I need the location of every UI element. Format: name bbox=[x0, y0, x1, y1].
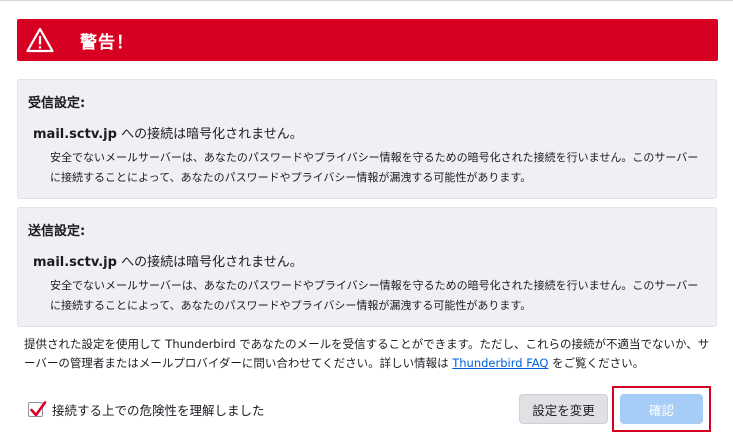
risk-acknowledge-checkbox[interactable] bbox=[28, 400, 47, 417]
outgoing-description: 安全でないメールサーバーは、あなたのパスワードやプライバシー情報を守るための暗号… bbox=[50, 279, 699, 312]
warning-banner: 警告！ bbox=[17, 19, 718, 61]
risk-acknowledge-row[interactable]: 接続する上での危険性を理解しました bbox=[28, 399, 265, 419]
incoming-host-suffix: への接続は暗号化されません。 bbox=[116, 127, 303, 142]
info-text: 提供された設定を使用して Thunderbird であなたのメールを受信すること… bbox=[24, 335, 714, 373]
incoming-description: 安全でないメールサーバーは、あなたのパスワードやプライバシー情報を守るための暗号… bbox=[50, 151, 699, 184]
incoming-host: mail.sctv.jp bbox=[33, 127, 117, 142]
outgoing-heading: 送信設定: bbox=[28, 224, 86, 239]
outgoing-host-line: mail.sctv.jp への接続は暗号化されません。 bbox=[33, 251, 303, 270]
incoming-host-line: mail.sctv.jp への接続は暗号化されません。 bbox=[33, 123, 303, 142]
outgoing-host: mail.sctv.jp bbox=[33, 255, 117, 270]
info-text-after: をご覧ください。 bbox=[548, 356, 645, 370]
change-settings-button[interactable]: 設定を変更 bbox=[519, 394, 608, 424]
outgoing-settings-section: 送信設定: mail.sctv.jp への接続は暗号化されません。 安全でないメ… bbox=[17, 207, 717, 327]
warning-triangle-icon bbox=[26, 27, 54, 53]
incoming-heading: 受信設定: bbox=[28, 96, 86, 111]
checkmark-icon bbox=[30, 400, 47, 416]
outgoing-host-suffix: への接続は暗号化されません。 bbox=[116, 255, 303, 270]
confirm-button[interactable]: 確認 bbox=[620, 394, 703, 424]
insecure-connection-dialog: 警告！ 受信設定: mail.sctv.jp への接続は暗号化されません。 安全… bbox=[0, 0, 733, 444]
thunderbird-faq-link[interactable]: Thunderbird FAQ bbox=[452, 356, 548, 370]
warning-title: 警告！ bbox=[80, 32, 134, 53]
incoming-settings-section: 受信設定: mail.sctv.jp への接続は暗号化されません。 安全でないメ… bbox=[17, 79, 717, 199]
risk-acknowledge-label: 接続する上での危険性を理解しました bbox=[52, 402, 265, 418]
